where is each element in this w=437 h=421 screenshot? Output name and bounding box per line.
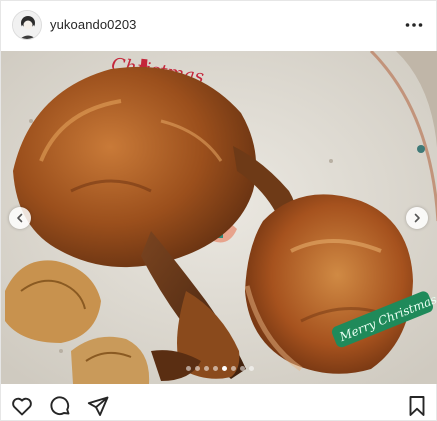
carousel-dot <box>203 366 209 371</box>
carousel-indicator <box>1 366 437 372</box>
carousel-dot <box>248 366 254 371</box>
post-photo[interactable]: Christmas <box>1 51 437 384</box>
avatar[interactable] <box>12 10 42 40</box>
chevron-left-icon[interactable] <box>9 207 31 229</box>
bookmark-icon[interactable] <box>405 394 429 418</box>
carousel-dot <box>194 366 200 371</box>
carousel-dot <box>212 366 218 371</box>
carousel-dot-active <box>221 366 227 371</box>
instagram-post: yukoando0203 Merry Christmas <box>0 0 437 421</box>
post-username[interactable]: yukoando0203 <box>50 17 137 32</box>
chevron-right-icon[interactable] <box>406 207 428 229</box>
comment-icon[interactable] <box>48 394 72 418</box>
avatar-image <box>13 11 41 39</box>
paper-plane-icon[interactable] <box>86 394 110 418</box>
post-header: yukoando0203 <box>1 1 437 51</box>
carousel-dot <box>230 366 236 371</box>
more-options-icon[interactable] <box>402 13 426 37</box>
carousel-dot <box>185 366 191 371</box>
post-actions <box>1 384 437 421</box>
roast-chicken-photo: Christmas <box>1 51 437 384</box>
carousel-dot <box>239 366 245 371</box>
heart-icon[interactable] <box>10 394 34 418</box>
